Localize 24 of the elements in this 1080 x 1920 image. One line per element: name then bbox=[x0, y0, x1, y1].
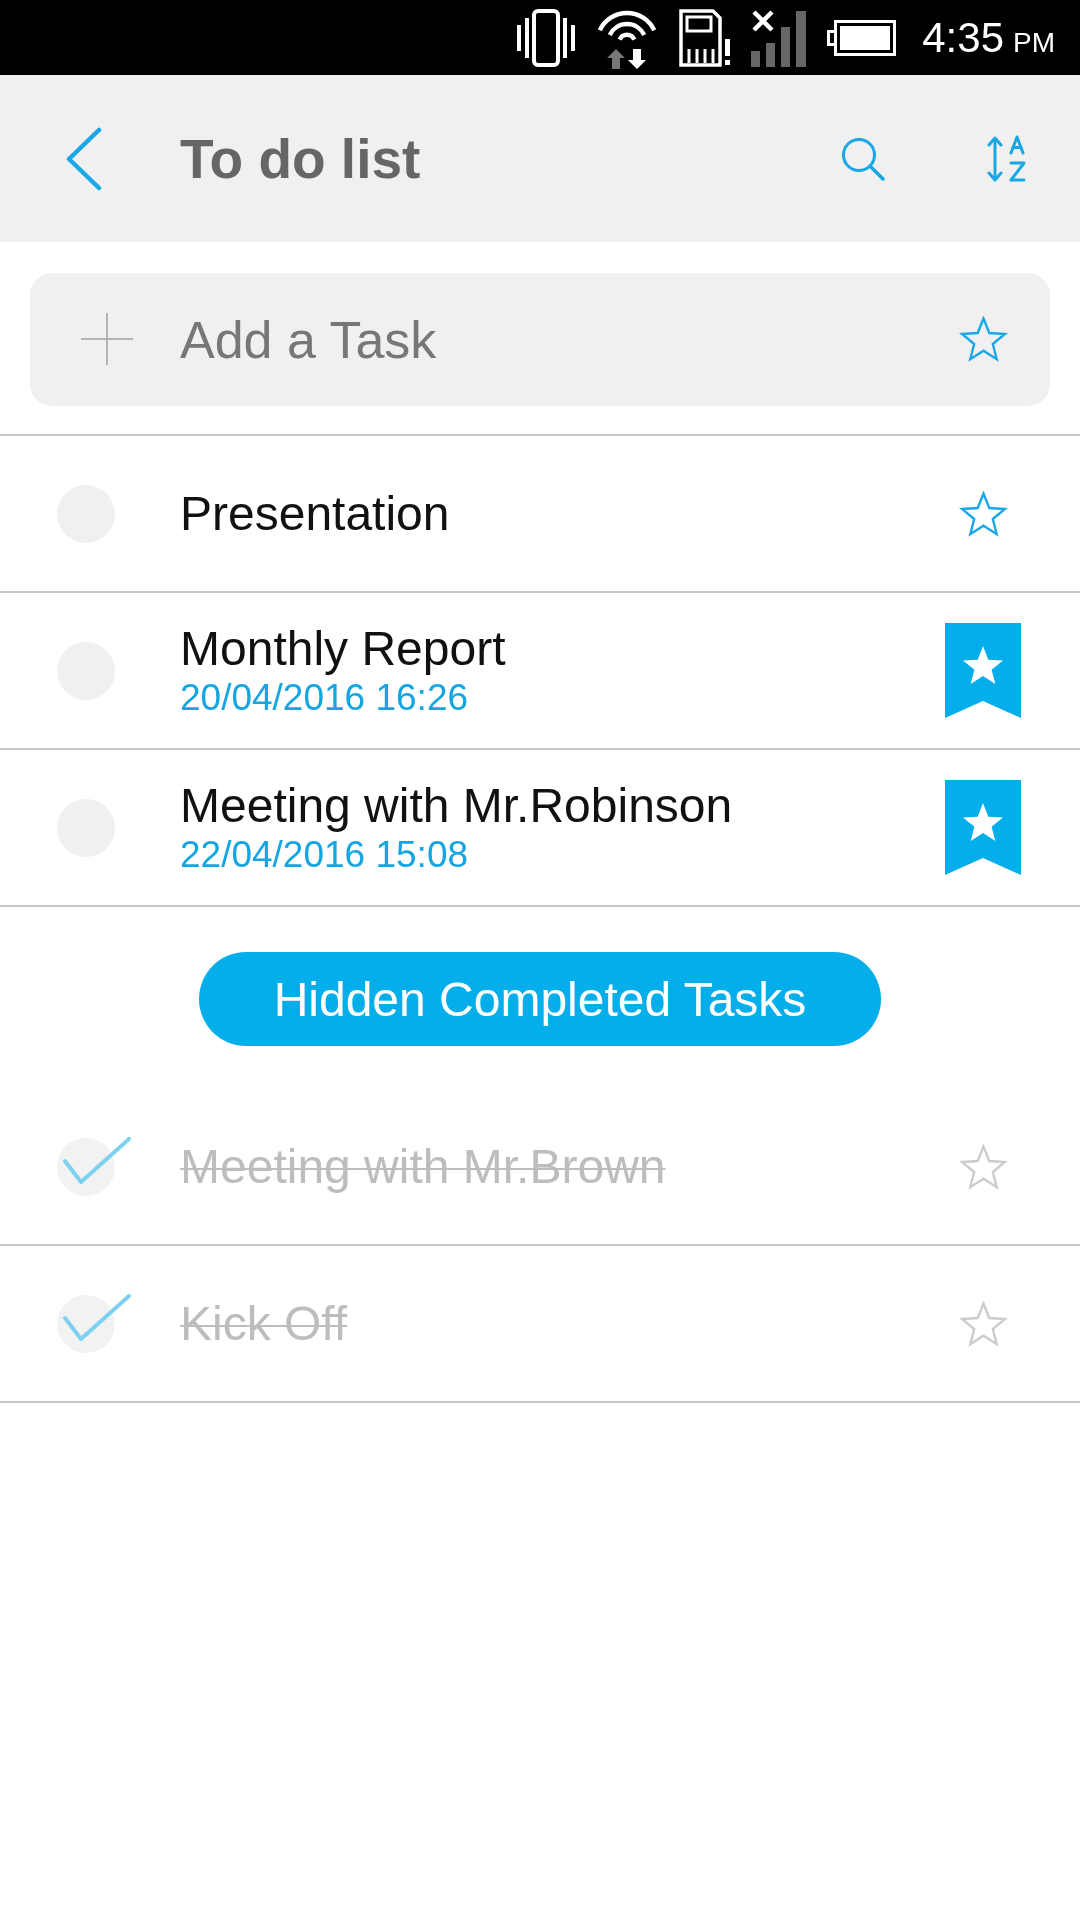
battery-icon bbox=[827, 19, 897, 56]
sd-card-icon bbox=[679, 8, 732, 67]
bookmark-icon[interactable] bbox=[945, 623, 1021, 718]
task-title[interactable]: Meeting with Mr.Robinson bbox=[180, 778, 733, 833]
screen-title: To do list bbox=[180, 126, 422, 191]
back-icon[interactable] bbox=[65, 126, 102, 191]
task-title[interactable]: Presentation bbox=[180, 486, 450, 541]
vibrate-icon bbox=[517, 8, 576, 67]
task-due-date: 20/04/2016 16:26 bbox=[180, 675, 469, 720]
checkbox[interactable] bbox=[57, 1293, 131, 1354]
checkbox[interactable] bbox=[57, 1136, 131, 1197]
bookmark-icon[interactable] bbox=[945, 780, 1021, 875]
star-icon[interactable] bbox=[958, 490, 1008, 537]
add-task-field[interactable]: Add a Task bbox=[30, 273, 1050, 406]
task-title[interactable]: Monthly Report bbox=[180, 621, 506, 676]
no-signal-icon bbox=[751, 8, 808, 67]
star-icon[interactable] bbox=[958, 1300, 1008, 1347]
status-period: PM bbox=[1013, 26, 1055, 59]
search-icon[interactable] bbox=[841, 136, 885, 181]
star-icon[interactable] bbox=[959, 316, 1008, 362]
star-icon[interactable] bbox=[958, 1143, 1008, 1190]
status-time: 4:35 bbox=[922, 13, 1004, 62]
plus-icon[interactable] bbox=[81, 313, 133, 365]
task-due-date: 22/04/2016 15:08 bbox=[180, 832, 469, 877]
